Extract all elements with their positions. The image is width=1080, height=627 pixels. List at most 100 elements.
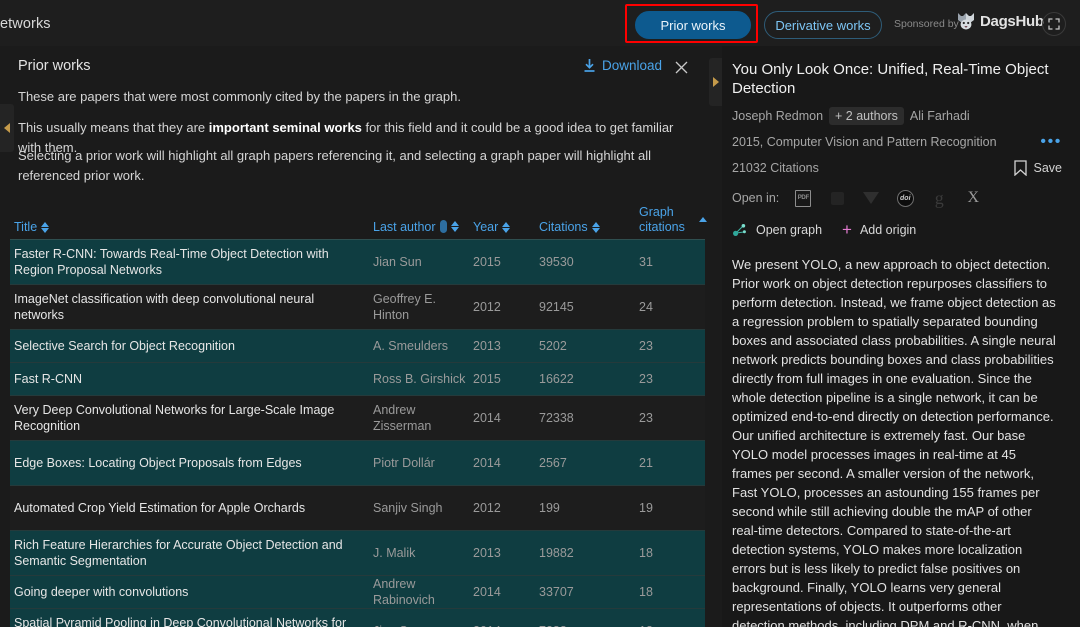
paper-abstract: We present YOLO, a new approach to objec…	[732, 257, 1056, 627]
cell-graph-citations: 18	[639, 546, 653, 560]
doi-icon[interactable]: doi	[895, 188, 915, 208]
column-label-graph-citations: Graph citations	[639, 205, 685, 234]
graph-nodes-icon	[733, 224, 746, 237]
cell-graph-citations: 21	[639, 456, 653, 470]
cell-citations: 7288	[539, 623, 639, 627]
cell-year: 2014	[473, 585, 501, 599]
cell-title: Faster R-CNN: Towards Real-Time Object D…	[14, 247, 329, 277]
cell-title: Going deeper with convolutions	[14, 585, 189, 599]
cell-last-author: Jian Sun	[373, 623, 473, 627]
sort-icon-year[interactable]	[502, 221, 511, 234]
column-header-citations[interactable]: Citations	[539, 220, 639, 234]
cell-graph-citations: 31	[639, 255, 653, 269]
table-row[interactable]: Edge Boxes: Locating Object Proposals fr…	[10, 441, 705, 486]
cell-graph-citations: 18	[639, 585, 653, 599]
p2-pre: This usually means that they are	[18, 120, 209, 135]
cell-citations: 92145	[539, 300, 574, 314]
app-root: etworks Prior works Derivative works Spo…	[0, 0, 1080, 627]
cell-title: Fast R-CNN	[14, 372, 83, 386]
description-paragraph-3: Selecting a prior work will highlight al…	[18, 148, 652, 183]
cell-year: 2013	[473, 339, 501, 353]
column-label-last-author: Last author	[373, 219, 436, 234]
bookmark-icon	[1013, 160, 1027, 177]
table-row[interactable]: Very Deep Convolutional Networks for Lar…	[10, 396, 705, 441]
description-paragraph-1: These are papers that were most commonly…	[18, 89, 461, 104]
save-button[interactable]: Save	[1013, 160, 1063, 177]
more-options-icon[interactable]: •••	[1040, 134, 1062, 150]
add-origin-button[interactable]: + Add origin	[842, 221, 916, 238]
table-row[interactable]: Fast R-CNN Ross B. Girshick 2015 16622 23	[10, 363, 705, 396]
square-icon[interactable]	[827, 188, 847, 208]
x-twitter-icon[interactable]: X	[963, 188, 983, 208]
sort-icon-title[interactable]	[41, 221, 50, 234]
cell-citations: 19882	[539, 546, 574, 560]
actions-row: Open graph + Add origin	[732, 221, 1062, 238]
collapse-right-handle[interactable]	[709, 58, 723, 106]
cell-title: Very Deep Convolutional Networks for Lar…	[14, 403, 335, 433]
cell-last-author: Geoffrey E. Hinton	[373, 292, 436, 322]
table-row[interactable]: Faster R-CNN: Towards Real-Time Object D…	[10, 240, 705, 285]
authors-expand-chip[interactable]: + 2 authors	[829, 107, 904, 126]
column-label-citations: Citations	[539, 220, 588, 234]
cell-last-author: A. Smeulders	[373, 339, 449, 353]
column-header-last-author[interactable]: Last author	[373, 220, 473, 234]
open-graph-button[interactable]: Open graph	[732, 222, 822, 238]
cell-citations: 2567	[539, 456, 567, 470]
google-scholar-icon[interactable]: g	[929, 188, 949, 208]
download-button[interactable]: Download	[583, 58, 662, 73]
cell-citations: 199	[539, 501, 560, 515]
sort-icon-graph-citations-asc[interactable]	[699, 216, 707, 223]
citations-count: 21032 Citations	[732, 161, 819, 176]
table-row[interactable]: ImageNet classification with deep convol…	[10, 285, 705, 330]
prior-works-button[interactable]: Prior works	[635, 11, 751, 39]
sponsored-by-label: Sponsored by	[894, 18, 959, 30]
semantic-scholar-icon[interactable]	[861, 188, 881, 208]
cell-last-author: Ross B. Girshick	[373, 372, 466, 386]
cell-last-author: Andrew Rabinovich	[373, 577, 435, 607]
cell-year: 2015	[473, 372, 501, 386]
save-label: Save	[1033, 161, 1063, 176]
cell-year: 2013	[473, 546, 501, 560]
sort-icon-citations[interactable]	[591, 221, 601, 234]
open-graph-label: Open graph	[756, 223, 823, 238]
table-body: Faster R-CNN: Towards Real-Time Object D…	[10, 240, 705, 627]
prior-works-panel: Prior works Download These are papers th…	[0, 46, 708, 627]
table-row[interactable]: Automated Crop Yield Estimation for Appl…	[10, 486, 705, 531]
table-row[interactable]: Rich Feature Hierarchies for Accurate Ob…	[10, 531, 705, 576]
author-toggle-icon[interactable]	[439, 220, 447, 234]
cell-year: 2014	[473, 456, 501, 470]
prior-works-table: Title Last author Year Citations Graph c…	[10, 196, 707, 627]
table-header-row: Title Last author Year Citations Graph c…	[10, 196, 707, 240]
cell-last-author: J. Malik	[373, 546, 416, 560]
chevron-right-icon	[713, 77, 719, 87]
cell-citations: 16622	[539, 372, 574, 386]
cell-graph-citations: 19	[639, 501, 653, 515]
panel-divider	[708, 46, 722, 627]
paper-detail-panel: You Only Look Once: Unified, Real-Time O…	[722, 46, 1080, 627]
cell-title: ImageNet classification with deep convol…	[14, 292, 315, 322]
p2-bold: important seminal works	[208, 120, 362, 135]
cell-title: Rich Feature Hierarchies for Accurate Ob…	[14, 538, 343, 568]
citations-row: 21032 Citations Save	[732, 160, 1063, 177]
column-header-graph-citations[interactable]: Graph citations	[639, 205, 707, 234]
column-header-title[interactable]: Title	[10, 220, 373, 234]
column-header-year[interactable]: Year	[473, 220, 539, 234]
derivative-works-button[interactable]: Derivative works	[764, 11, 882, 39]
close-panel-button[interactable]	[670, 56, 692, 78]
table-row[interactable]: Going deeper with convolutions Andrew Rab…	[10, 576, 705, 609]
cell-year: 2012	[473, 501, 501, 515]
collapse-left-handle[interactable]	[0, 104, 14, 152]
pdf-icon[interactable]: PDF	[793, 188, 813, 208]
cell-last-author: Jian Sun	[373, 255, 422, 269]
table-row[interactable]: Selective Search for Object Recognition A…	[10, 330, 705, 363]
cell-last-author: Andrew Zisserman	[373, 403, 432, 433]
sort-icon-last-author[interactable]	[450, 220, 460, 233]
open-in-row: Open in: PDF doi g X	[732, 188, 1062, 208]
fullscreen-button[interactable]	[1042, 12, 1066, 36]
venue-row: 2015, Computer Vision and Pattern Recogn…	[732, 134, 1062, 150]
cell-citations: 39530	[539, 255, 574, 269]
close-icon	[675, 61, 687, 73]
dagshub-logo[interactable]: DagsHub	[955, 11, 1044, 31]
table-row[interactable]: Spatial Pyramid Pooling in Deep Convolut…	[10, 609, 705, 627]
cell-title: Edge Boxes: Locating Object Proposals fr…	[14, 456, 302, 470]
